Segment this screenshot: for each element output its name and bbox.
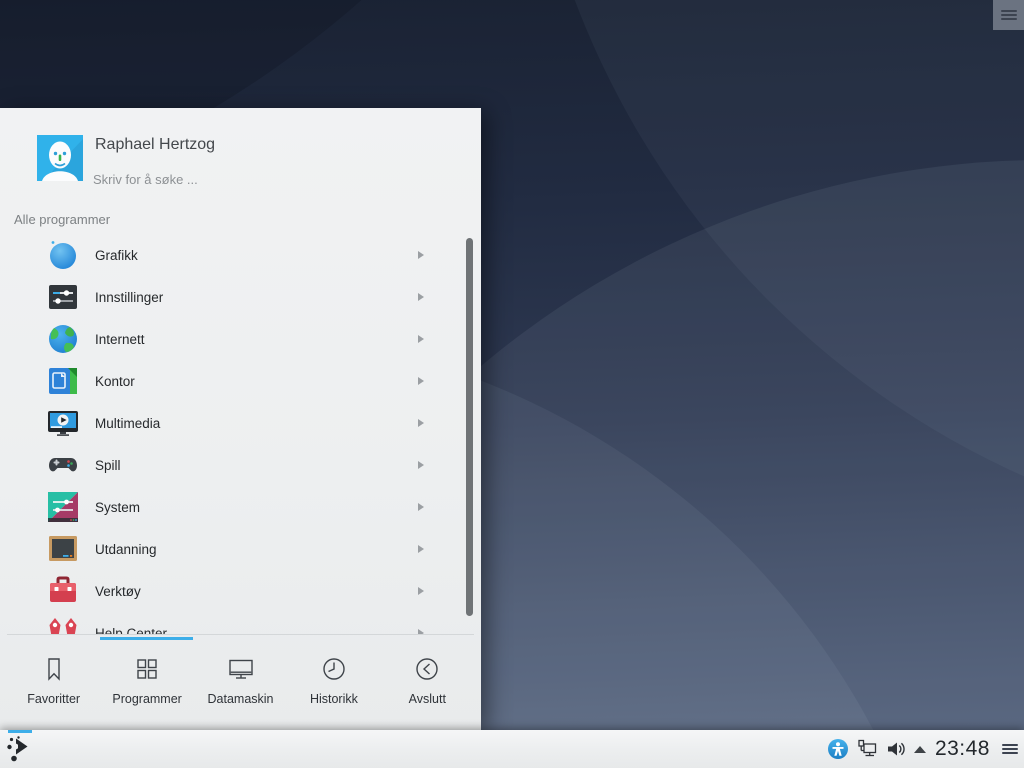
system-tray: 23:48: [827, 730, 1018, 768]
menu-item-label: Utdanning: [95, 542, 418, 557]
programmer-icon: [132, 654, 162, 684]
network-icon[interactable]: [856, 738, 878, 760]
tab-avslutt[interactable]: Avslutt: [381, 640, 474, 730]
search-input[interactable]: [93, 172, 423, 187]
kickoff-launcher-menu: Raphael Hertzog Alle programmer Grafikk I…: [0, 108, 481, 730]
menu-item-kontor[interactable]: Kontor: [0, 360, 481, 402]
menu-item-label: Internett: [95, 332, 418, 347]
favoritter-icon: [39, 654, 69, 684]
innstillinger-icon: [46, 280, 80, 314]
menu-item-label: Grafikk: [95, 248, 418, 263]
grafikk-icon: [46, 238, 80, 272]
avslutt-icon: [412, 654, 442, 684]
help-icon: [46, 616, 80, 634]
menu-item-label: Kontor: [95, 374, 418, 389]
spill-icon: [46, 448, 80, 482]
tab-favoritter[interactable]: Favoritter: [7, 640, 100, 730]
menu-item-label: Help Center: [95, 626, 418, 635]
menu-item-grafikk[interactable]: Grafikk: [0, 234, 481, 276]
menu-item-verktoy[interactable]: Verktøy: [0, 570, 481, 612]
tab-bar: Favoritter Programmer Datamaskin Historikk A…: [7, 640, 474, 730]
menu-item-spill[interactable]: Spill: [0, 444, 481, 486]
submenu-arrow-icon: [418, 293, 424, 301]
expand-tray-icon[interactable]: [914, 746, 926, 753]
menu-item-system[interactable]: System: [0, 486, 481, 528]
menu-list: Grafikk Innstillinger Internett Kontor Multi…: [0, 234, 481, 634]
submenu-arrow-icon: [418, 251, 424, 259]
tab-label: Historikk: [310, 692, 358, 706]
tab-programmer[interactable]: Programmer: [100, 640, 193, 730]
utdanning-icon: [46, 532, 80, 566]
submenu-arrow-icon: [418, 503, 424, 511]
menu-item-label: Verktøy: [95, 584, 418, 599]
internett-icon: [46, 322, 80, 356]
volume-icon[interactable]: [885, 738, 907, 760]
application-launcher-button[interactable]: [5, 734, 35, 764]
launcher-active-indicator: [8, 730, 32, 733]
breadcrumb: Alle programmer: [14, 212, 110, 227]
tab-label: Programmer: [112, 692, 181, 706]
tabbar-separator: [7, 634, 474, 635]
app-launcher-icon: [5, 734, 35, 764]
menu-item-innstillinger[interactable]: Innstillinger: [0, 276, 481, 318]
tab-label: Datamaskin: [208, 692, 274, 706]
menu-item-utdanning[interactable]: Utdanning: [0, 528, 481, 570]
submenu-arrow-icon: [418, 587, 424, 595]
menu-item-label: Multimedia: [95, 416, 418, 431]
submenu-arrow-icon: [418, 461, 424, 469]
tab-label: Avslutt: [409, 692, 446, 706]
system-icon: [46, 490, 80, 524]
historikk-icon: [319, 654, 349, 684]
accessibility-icon[interactable]: [827, 738, 849, 760]
multimedia-icon: [46, 406, 80, 440]
submenu-arrow-icon: [418, 419, 424, 427]
hamburger-menu-icon: [1001, 8, 1017, 22]
digital-clock[interactable]: 23:48: [933, 737, 992, 761]
menu-item-internett[interactable]: Internett: [0, 318, 481, 360]
tab-historikk[interactable]: Historikk: [287, 640, 380, 730]
menu-item-label: Innstillinger: [95, 290, 418, 305]
datamaskin-icon: [226, 654, 256, 684]
list-scrollbar[interactable]: [466, 238, 473, 616]
bottom-panel: 23:48: [0, 730, 1024, 768]
panel-hamburger-icon[interactable]: [1002, 742, 1018, 756]
tab-datamaskin[interactable]: Datamaskin: [194, 640, 287, 730]
submenu-arrow-icon: [418, 335, 424, 343]
menu-item-multimedia[interactable]: Multimedia: [0, 402, 481, 444]
desktop-toolbox-button[interactable]: [993, 0, 1024, 30]
menu-item-help[interactable]: Help Center: [0, 612, 481, 634]
kontor-icon: [46, 364, 80, 398]
user-avatar[interactable]: [37, 135, 83, 181]
menu-item-label: Spill: [95, 458, 418, 473]
submenu-arrow-icon: [418, 377, 424, 385]
submenu-arrow-icon: [418, 545, 424, 553]
tab-label: Favoritter: [27, 692, 80, 706]
verktoy-icon: [46, 574, 80, 608]
user-name: Raphael Hertzog: [95, 136, 215, 154]
menu-item-label: System: [95, 500, 418, 515]
